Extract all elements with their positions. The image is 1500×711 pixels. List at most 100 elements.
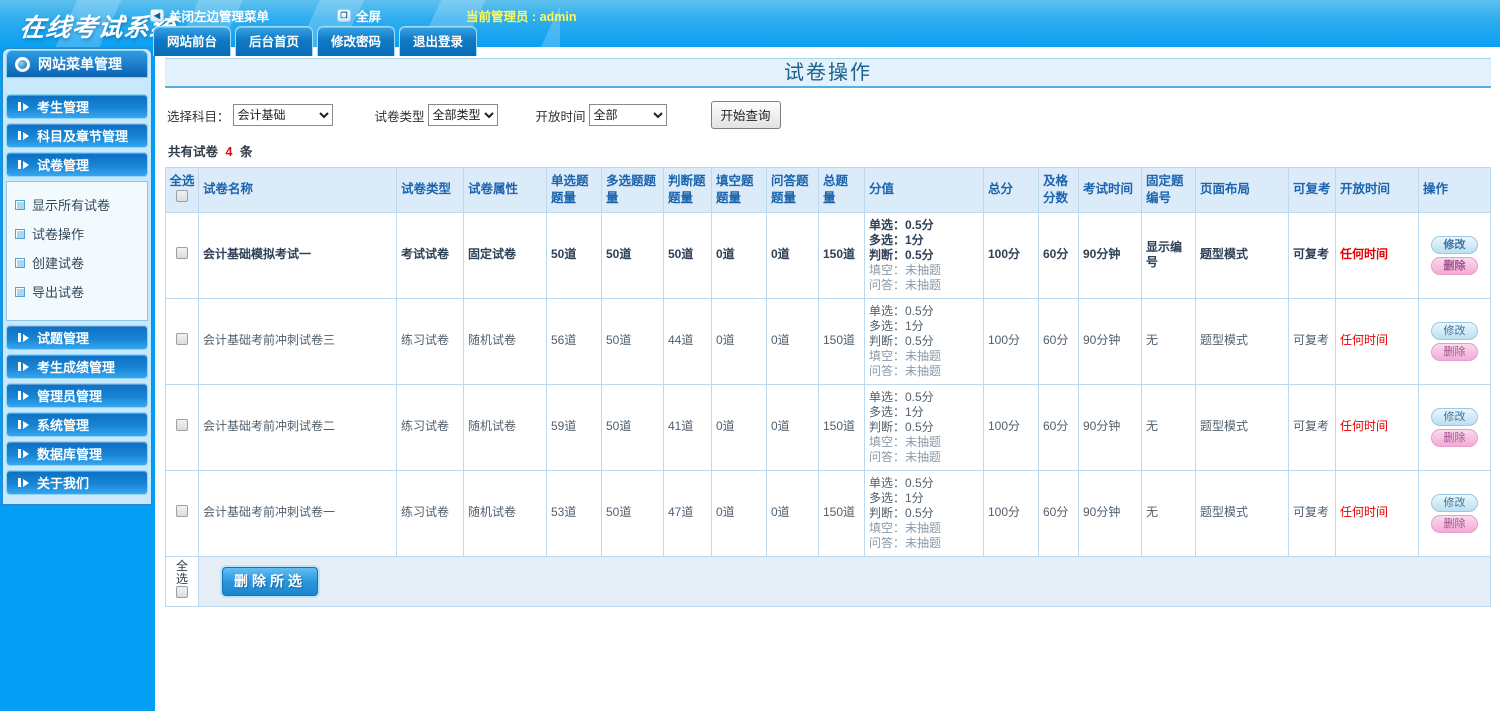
bullet-square-icon [15,286,25,297]
fullscreen-link[interactable]: ❐ 全屏 [337,6,381,25]
subject-select[interactable]: 会计基础 [232,104,333,126]
column-header: 试卷属性 [463,167,547,213]
nav-tab[interactable]: 修改密码 [317,26,396,56]
row-checkbox[interactable] [176,504,188,517]
column-header: 考试时间 [1078,167,1142,213]
exam-name-cell: 会计基础模拟考试一 [198,211,397,299]
delete-selected-button[interactable]: 删除所选 [222,566,318,596]
time-label: 开放时间 [535,109,586,124]
score-line: 判断：0.5分 [869,505,934,520]
sidebar-item-label: 关于我们 [37,476,90,491]
footer-select-all-checkbox[interactable] [176,586,188,599]
modify-button[interactable]: 修改 [1431,235,1478,254]
count-prefix: 共有试卷 [168,145,219,159]
sidebar-item[interactable]: 试题管理 [6,325,148,350]
submenu-item[interactable]: 导出试卷 [13,277,143,306]
modify-button[interactable]: 修改 [1431,493,1478,512]
close-menu-link[interactable]: ◀ 关闭左边管理菜单 [150,6,269,25]
sidebar-item-label: 考生管理 [37,100,90,115]
header-select-all-checkbox[interactable] [176,189,188,202]
sidebar-item-label: 管理员管理 [37,389,103,404]
question-count-cell: 56道 [546,297,602,385]
exam-attr-cell: 随机试卷 [463,383,547,471]
exam-type-cell: 考试试卷 [396,211,464,299]
type-select[interactable]: 全部类型 [427,104,498,126]
question-count-cell: 50道 [546,211,602,299]
modify-button[interactable]: 修改 [1431,321,1478,340]
play-arrow-icon [18,102,29,111]
question-count-cell: 0道 [711,297,767,385]
table-row: 会计基础考前冲刺试卷三 练习试卷 随机试卷 56道 50道 44道 0道 0道 150道 单选：0… [165,297,1491,385]
sidebar-item-label: 科目及章节管理 [37,129,129,144]
question-count-cell: 50道 [601,211,664,299]
play-arrow-icon [18,131,29,140]
question-count-cell: 50道 [601,469,664,557]
sidebar-item[interactable]: 关于我们 [6,470,148,495]
question-count-cell: 150道 [818,469,865,557]
column-header: 页面布局 [1195,167,1289,213]
sidebar-item[interactable]: 考生成绩管理 [6,354,148,379]
row-checkbox[interactable] [176,246,188,259]
question-count-cell: 0道 [766,297,819,385]
table-row: 会计基础考前冲刺试卷一 练习试卷 随机试卷 53道 50道 47道 0道 0道 150道 单选：0… [165,469,1491,557]
sidebar-item-label: 试题管理 [37,331,90,346]
delete-button[interactable]: 删除 [1431,428,1478,447]
sidebar-item[interactable]: 考生管理 [6,94,148,119]
column-header: 及格分数 [1038,167,1079,213]
question-count-cell: 0道 [711,383,767,471]
pass-score-cell: 60分 [1038,211,1079,299]
sidebar-item[interactable]: 科目及章节管理 [6,123,148,148]
modify-button[interactable]: 修改 [1431,407,1478,426]
score-line: 单选：0.5分 [869,475,934,490]
submenu-item[interactable]: 创建试卷 [13,248,143,277]
open-time-cell: 任何时间 [1335,383,1419,471]
delete-button[interactable]: 删除 [1431,342,1478,361]
score-detail-cell: 单选：0.5分 多选：1分 判断：0.5分 填空：未抽题 问答：未抽题 [864,469,984,557]
question-count-cell: 0道 [766,211,819,299]
fixed-number-cell: 显示编号 [1141,211,1196,299]
submenu-item[interactable]: 试卷操作 [13,219,143,248]
actions-cell: 修改 删除 [1418,383,1491,471]
score-line: 多选：1分 [869,318,924,333]
bullet-square-icon [15,228,25,239]
column-header: 多选题题量 [601,167,664,213]
delete-button[interactable]: 删除 [1431,256,1478,275]
retake-cell: 可复考 [1288,383,1336,471]
sidebar-item[interactable]: 试卷管理 [6,152,148,177]
sidebar-item[interactable]: 系统管理 [6,412,148,437]
total-score-cell: 100分 [983,469,1039,557]
row-checkbox[interactable] [176,418,188,431]
exam-type-cell: 练习试卷 [396,383,464,471]
exam-attr-cell: 随机试卷 [463,469,547,557]
time-select[interactable]: 全部 [588,104,667,126]
table-row: 会计基础模拟考试一 考试试卷 固定试卷 50道 50道 50道 0道 0道 150道 单选：0.5… [165,211,1491,299]
pass-score-cell: 60分 [1038,383,1079,471]
layout-cell: 题型模式 [1195,297,1289,385]
play-arrow-icon [18,160,29,169]
sidebar-item[interactable]: 管理员管理 [6,383,148,408]
play-arrow-icon [18,420,29,429]
score-line: 判断：0.5分 [869,333,934,348]
sidebar-item-label: 试卷管理 [37,158,90,173]
column-header: 开放时间 [1335,167,1419,213]
retake-cell: 可复考 [1288,297,1336,385]
open-time-cell: 任何时间 [1335,211,1419,299]
exam-time-cell: 90分钟 [1078,383,1142,471]
nav-tab[interactable]: 退出登录 [399,26,478,56]
score-line: 多选：1分 [869,404,924,419]
column-header: 试卷名称 [198,167,397,213]
delete-button[interactable]: 删除 [1431,514,1478,533]
top-links: ◀ 关闭左边管理菜单 ❐ 全屏 当前管理员 : admin [150,6,576,25]
nav-tab[interactable]: 后台首页 [235,26,314,56]
exam-name-cell: 会计基础考前冲刺试卷二 [198,383,397,471]
sidebar-item[interactable]: 数据库管理 [6,441,148,466]
actions-cell: 修改 删除 [1418,469,1491,557]
question-count-cell: 50道 [601,383,664,471]
submenu-item[interactable]: 显示所有试卷 [13,190,143,219]
search-button[interactable]: 开始查询 [710,101,781,129]
question-count-cell: 0道 [711,211,767,299]
nav-tab[interactable]: 网站前台 [153,26,232,56]
row-checkbox[interactable] [176,332,188,345]
score-line: 单选：0.5分 [869,389,934,404]
question-count-cell: 53道 [546,469,602,557]
